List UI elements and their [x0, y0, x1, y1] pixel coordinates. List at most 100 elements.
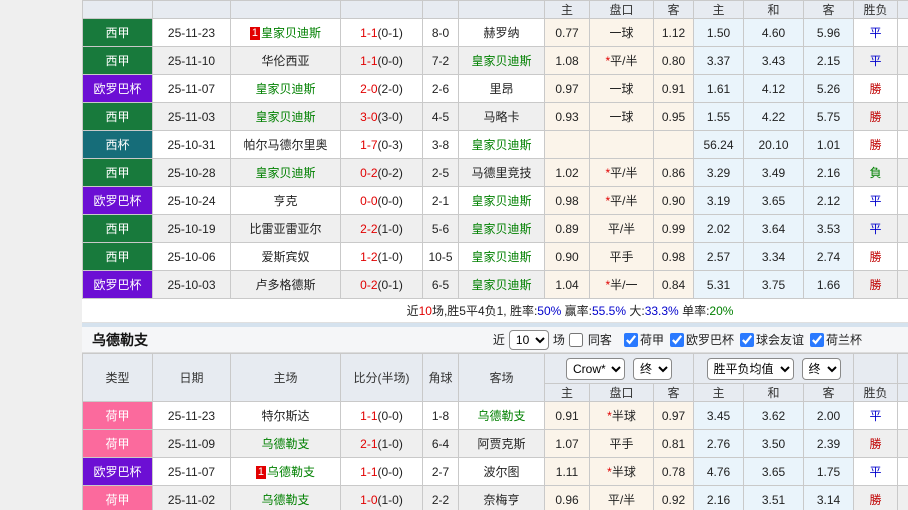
- eu-away-odds: 1.75: [803, 457, 855, 486]
- league-filter[interactable]: 球会友谊: [739, 331, 804, 348]
- date-cell: 25-11-23: [152, 18, 231, 47]
- league-filter[interactable]: 荷甲: [623, 331, 664, 348]
- summary-segment: 10: [418, 304, 432, 318]
- result-text: 勝: [869, 437, 882, 451]
- asian-final-select[interactable]: 终: [633, 357, 673, 380]
- handicap-cell: 一球: [589, 102, 654, 131]
- league-filter-label: 欧罗巴杯: [685, 333, 734, 347]
- league-filter-label: 荷兰杯: [825, 333, 862, 347]
- team-name-link[interactable]: 皇家贝迪斯: [471, 138, 531, 152]
- score-cell: 1-1(0-0): [340, 46, 423, 75]
- match-row: 荷甲 25-11-02 乌德勒支 1-0(1-0) 2-2 奈梅亨 0.96 平/半 0.92 2…: [82, 485, 908, 510]
- same-away-checkbox[interactable]: [568, 332, 583, 347]
- league-filter-checkbox[interactable]: [809, 332, 824, 347]
- home-team-cell: 特尔斯达: [230, 401, 341, 430]
- halftime-score: (0-1): [377, 25, 403, 40]
- eu-home-odds: 4.76: [693, 457, 745, 486]
- ah-away-odds: 0.81: [652, 429, 695, 458]
- handicap-cell: *平/半: [589, 158, 654, 187]
- league-filter-checkbox[interactable]: [623, 332, 638, 347]
- eu-draw-odds: 3.75: [743, 270, 804, 299]
- home-team-cell: 乌德勒支: [230, 429, 341, 458]
- date-cell: 25-11-07: [152, 457, 231, 486]
- league-filter[interactable]: 荷兰杯: [809, 331, 862, 348]
- filter-controls: 近 10 场 同客 荷甲 欧罗巴杯 球会友谊 荷兰杯: [493, 329, 862, 350]
- eu-away-odds: 2.00: [803, 401, 855, 430]
- team-name-link[interactable]: 皇家贝迪斯: [471, 250, 531, 264]
- team-name-link[interactable]: 皇家贝迪斯: [255, 166, 315, 180]
- euro-final-select[interactable]: 终: [801, 357, 841, 380]
- near-count-select[interactable]: 10: [508, 329, 549, 350]
- league-filter-checkbox[interactable]: [669, 332, 684, 347]
- euro-avg-select[interactable]: 胜平负均值: [706, 357, 794, 380]
- extra-cell: [897, 18, 908, 47]
- extra-cell: [897, 485, 908, 510]
- extra-group-header: 全: [897, 353, 908, 384]
- col-eu-away: 客: [803, 0, 854, 19]
- eu-home-odds: 3.19: [693, 186, 744, 215]
- fulltime-score: 2-1: [360, 436, 378, 451]
- ah-away-odds: 0.84: [653, 270, 694, 299]
- team-name-link[interactable]: 皇家贝迪斯: [471, 278, 531, 292]
- team-name-link[interactable]: 乌德勒支: [267, 465, 315, 479]
- home-team-cell: 皇家贝迪斯: [230, 158, 341, 187]
- result-text: 勝: [869, 82, 882, 96]
- odds-provider-select[interactable]: Crow*: [566, 357, 626, 380]
- fulltime-score: 3-0: [360, 109, 378, 124]
- halftime-score: (0-0): [377, 53, 403, 68]
- eu-away-odds: 5.96: [803, 18, 854, 47]
- extra-cell: [897, 214, 908, 243]
- ah-away-odds: 0.91: [653, 74, 694, 103]
- col-ah-away: 客: [652, 383, 695, 402]
- eu-home-odds: 1.50: [693, 18, 744, 47]
- home-team-cell: 比雷亚雷亚尔: [230, 214, 341, 243]
- away-team-cell: 皇家贝迪斯: [458, 186, 545, 215]
- date-cell: 25-10-24: [152, 186, 231, 215]
- league-filter[interactable]: 欧罗巴杯: [669, 331, 734, 348]
- col-eu-away: 客: [803, 383, 855, 402]
- result-cell: 勝: [853, 429, 899, 458]
- away-team-cell: 里昂: [458, 74, 545, 103]
- halftime-score: (1-0): [377, 249, 403, 264]
- result-text: 平: [869, 26, 882, 40]
- eu-away-odds: 2.15: [803, 46, 854, 75]
- team-name-link[interactable]: 皇家贝迪斯: [471, 222, 531, 236]
- ah-home-odds: 1.08: [544, 46, 590, 75]
- date-cell: 25-11-10: [152, 46, 231, 75]
- match-row: 欧罗巴杯 25-10-24 亨克 0-0(0-0) 2-1 皇家贝迪斯 0.98 *平/半 0.…: [82, 186, 908, 215]
- team-name-link: 里昂: [489, 82, 514, 96]
- score-cell: 0-2(0-1): [340, 270, 423, 299]
- home-team-cell: 皇家贝迪斯: [230, 74, 341, 103]
- fulltime-score: 1-7: [360, 137, 378, 152]
- corners-cell: 6-4: [422, 429, 459, 458]
- team-name-link[interactable]: 皇家贝迪斯: [255, 110, 315, 124]
- eu-draw-odds: 3.50: [743, 429, 805, 458]
- away-team-cell: 赫罗纳: [458, 18, 545, 47]
- col-result: 胜负: [853, 383, 899, 402]
- corners-cell: 3-8: [422, 130, 459, 159]
- league-filter-checkbox[interactable]: [739, 332, 754, 347]
- team-name-link[interactable]: 乌德勒支: [261, 493, 309, 507]
- score-cell: 1-0(1-0): [340, 485, 423, 510]
- home-team-cell: 1 皇家贝迪斯: [230, 18, 341, 47]
- team-name-link[interactable]: 皇家贝迪斯: [471, 194, 531, 208]
- fulltime-score: 2-2: [360, 221, 378, 236]
- team-name-link[interactable]: 皇家贝迪斯: [471, 54, 531, 68]
- ah-home-odds: 0.93: [544, 102, 590, 131]
- league-cell: 荷甲: [82, 485, 153, 510]
- extra-cell: [897, 401, 908, 430]
- league-filter-label: 荷甲: [639, 333, 664, 347]
- col-home: 主场: [230, 353, 341, 402]
- match-row: 荷甲 25-11-09 乌德勒支 2-1(1-0) 6-4 阿贾克斯 1.07 平手 0.81 2…: [82, 429, 908, 458]
- team-name-link[interactable]: 皇家贝迪斯: [261, 26, 321, 40]
- team-name-link[interactable]: 乌德勒支: [261, 437, 309, 451]
- eu-draw-odds: 3.64: [743, 214, 804, 243]
- result-cell: 勝: [853, 130, 898, 159]
- summary-segment: 近: [406, 304, 419, 318]
- fulltime-score: 1-1: [360, 25, 378, 40]
- eu-away-odds: 2.39: [803, 429, 855, 458]
- team-name-link[interactable]: 皇家贝迪斯: [255, 82, 315, 96]
- team-name-link: 马略卡: [483, 110, 520, 124]
- ah-away-odds: 0.90: [653, 186, 694, 215]
- team-name-link[interactable]: 乌德勒支: [477, 409, 525, 423]
